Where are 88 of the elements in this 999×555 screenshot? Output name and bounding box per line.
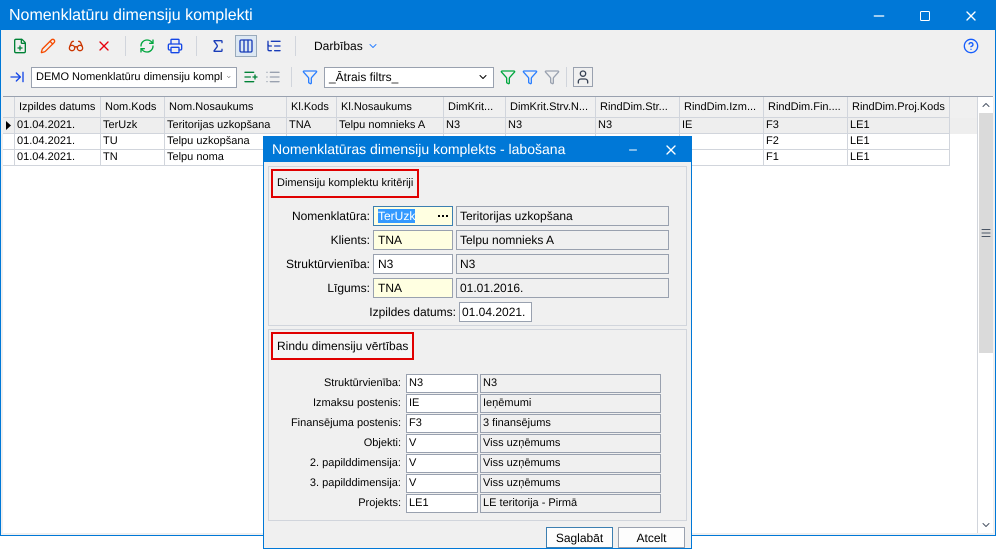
name-field: Viss uzņēmums bbox=[480, 434, 661, 454]
table-cell-text: N3 bbox=[598, 118, 612, 134]
section-title: Rindu dimensiju vērtības bbox=[271, 332, 414, 360]
field-label: Izmaksu postenis: bbox=[312, 396, 402, 412]
field-label: Struktūrvienība: bbox=[284, 256, 371, 272]
table-row[interactable]: 01.04.2021. TerUzk Teritorijas uzkopšana TNA Telpu nomnieks A N3 N3 N3 IE F3 LE1 bbox=[3, 118, 977, 134]
code-field[interactable]: TNA bbox=[373, 278, 453, 298]
name-field: 3 finansējums bbox=[480, 414, 661, 434]
table-cell-text: Teritorijas uzkopšana bbox=[167, 118, 270, 134]
row-pointer-icon bbox=[6, 121, 11, 130]
dialog-button[interactable]: Saglabāt bbox=[546, 527, 613, 548]
filter-icon[interactable] bbox=[522, 69, 538, 85]
new-file-icon bbox=[12, 38, 28, 54]
table-cell-text: F1 bbox=[766, 150, 779, 166]
table-cell-text: TN bbox=[103, 150, 118, 166]
table-cell-text: 01.04.2021. bbox=[17, 134, 76, 150]
field-label: Nomenklatūra: bbox=[290, 208, 371, 224]
glasses-icon bbox=[68, 38, 84, 54]
table-cell-text: Telpu uzkopšana bbox=[167, 134, 250, 150]
field-label: Līgums: bbox=[326, 280, 371, 296]
code-field[interactable]: F3 bbox=[406, 414, 478, 434]
table-cell-text: TNA bbox=[289, 118, 311, 134]
tree-list-icon bbox=[266, 38, 282, 54]
name-field: N3 bbox=[480, 374, 661, 394]
name-field: LE teritorija - Pirmā bbox=[480, 494, 661, 514]
refresh-icon bbox=[139, 38, 155, 54]
table-cell-text: F3 bbox=[766, 118, 779, 134]
layout-icon[interactable] bbox=[9, 69, 25, 85]
grip-icon bbox=[980, 227, 992, 239]
filter-add-icon[interactable] bbox=[500, 69, 516, 85]
name-field: 01.01.2016. bbox=[456, 278, 669, 298]
field-label: Finansējuma postenis: bbox=[290, 416, 402, 432]
name-field: Teritorijas uzkopšana bbox=[456, 206, 669, 226]
code-field[interactable]: TNA bbox=[373, 230, 453, 250]
actions-menu[interactable]: Darbības bbox=[314, 37, 379, 55]
code-field[interactable]: V bbox=[406, 454, 478, 474]
user-filter-button[interactable] bbox=[573, 67, 593, 87]
quick-filter-select[interactable]: _Ātrais filtrs_ bbox=[324, 66, 494, 88]
person-icon bbox=[575, 69, 591, 85]
filter-clear-icon[interactable] bbox=[544, 69, 560, 85]
code-field[interactable]: N3 bbox=[373, 254, 453, 274]
toolbar-button[interactable] bbox=[235, 35, 257, 57]
name-field: Ieņēmumi bbox=[480, 394, 661, 414]
name-field: Viss uzņēmums bbox=[480, 474, 661, 494]
table-cell-text: LE1 bbox=[850, 150, 870, 166]
table-cell-text: 01.04.2021. bbox=[17, 118, 76, 134]
layout-select[interactable]: DEMO Nomenklatūru dimensiju kompl bbox=[31, 66, 237, 88]
window-title: Nomenklatūru dimensiju komplekti bbox=[9, 6, 254, 26]
name-field: N3 bbox=[456, 254, 669, 274]
table-cell-text: Telpu noma bbox=[167, 150, 224, 166]
list-icon[interactable] bbox=[265, 69, 281, 85]
name-field: Telpu nomnieks A bbox=[456, 230, 669, 250]
field-label: Projekts: bbox=[357, 496, 402, 512]
table-cell-text: F2 bbox=[766, 134, 779, 150]
name-field: Viss uzņēmums bbox=[480, 454, 661, 474]
code-field[interactable]: V bbox=[406, 434, 478, 454]
field-label: Klients: bbox=[330, 232, 371, 248]
table-cell-text: LE1 bbox=[850, 118, 870, 134]
field-label: Izpildes datums: bbox=[368, 304, 457, 320]
section-title: Dimensiju komplektu kritēriji bbox=[271, 169, 420, 198]
dialog-title: Nomenklatūras dimensiju komplekts - labošana bbox=[272, 140, 566, 159]
printer-icon bbox=[167, 38, 183, 54]
table-cell-text: TerUzk bbox=[103, 118, 138, 134]
code-field[interactable]: N3 bbox=[406, 374, 478, 394]
table-cell-text: N3 bbox=[508, 118, 522, 134]
pencil-icon bbox=[40, 38, 56, 54]
scrollbar[interactable] bbox=[977, 97, 993, 533]
date-field[interactable]: 01.04.2021. bbox=[459, 302, 532, 322]
code-field[interactable]: IE bbox=[406, 394, 478, 414]
columns-icon bbox=[238, 38, 254, 54]
code-field[interactable]: V bbox=[406, 474, 478, 494]
table-cell-text: IE bbox=[682, 118, 692, 134]
field-label: Objekti: bbox=[362, 436, 402, 452]
maximize-icon[interactable] bbox=[919, 10, 931, 22]
table-cell-text: LE1 bbox=[850, 134, 870, 150]
field-label: 2. papilddimensija: bbox=[308, 456, 402, 472]
dialog-button[interactable]: Atcelt bbox=[618, 527, 685, 548]
code-field[interactable]: LE1 bbox=[406, 494, 478, 514]
filter-icon[interactable] bbox=[302, 69, 318, 85]
help-icon[interactable] bbox=[963, 38, 979, 54]
more-icon[interactable] bbox=[438, 214, 450, 217]
table-cell-text: N3 bbox=[446, 118, 460, 134]
table-cell-text: Telpu nomnieks A bbox=[339, 118, 426, 134]
table-cell-text: TU bbox=[103, 134, 118, 150]
field-label: 3. papilddimensija: bbox=[308, 476, 402, 492]
field-label: Struktūrvienība: bbox=[322, 376, 402, 392]
table-cell-text: 01.04.2021. bbox=[17, 150, 76, 166]
add-list-icon[interactable] bbox=[243, 69, 259, 85]
